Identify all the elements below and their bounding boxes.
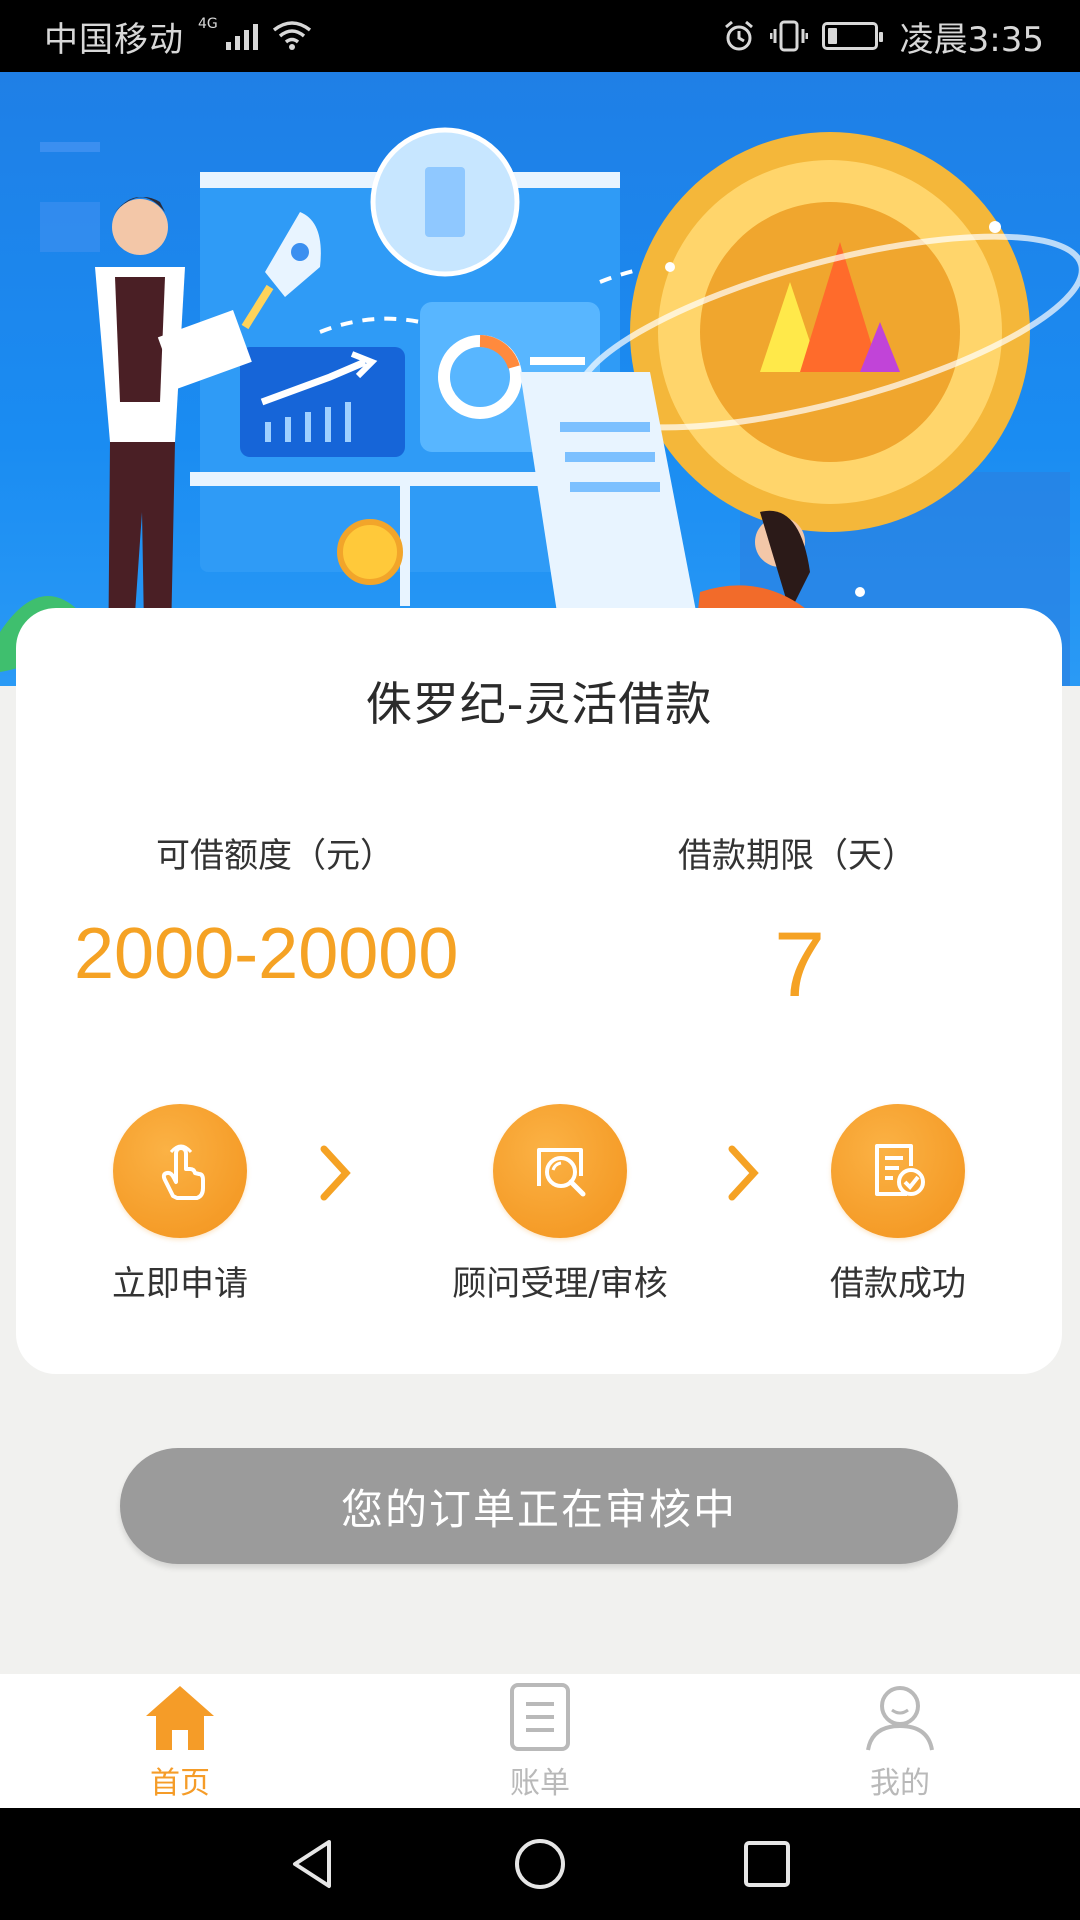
hero-illustration [0, 127, 1080, 686]
clock-time: 凌晨3:35 [899, 19, 1044, 60]
chevron-right-icon [320, 1145, 351, 1201]
document-check-icon [875, 1144, 925, 1196]
tab-bill-label: 账单 [510, 1766, 570, 1801]
wifi-icon [272, 21, 311, 50]
step-review-label: 顾问受理/审核 [452, 1264, 668, 1304]
carrier-name: 中国移动 [44, 19, 184, 60]
tab-mine[interactable]: 我的 [720, 1674, 1080, 1808]
step-apply-label: 立即申请 [112, 1264, 248, 1304]
step-success-label: 借款成功 [830, 1264, 966, 1304]
tab-bill[interactable]: 账单 [360, 1674, 720, 1808]
system-nav-bar [0, 1808, 1080, 1920]
bottom-tab-bar: 首页 账单 我的 [0, 1674, 1080, 1808]
order-review-status-button[interactable]: 您的订单正在审核中 [120, 1448, 958, 1564]
card-title: 侏罗纪-灵活借款 [365, 677, 713, 731]
tab-home-label: 首页 [150, 1766, 210, 1801]
network-type: 4G [198, 16, 218, 32]
amount-label: 可借额度（元） [156, 836, 394, 876]
loan-card: 侏罗纪-灵活借款 可借额度（元） 2000-20000 借款期限（天） 7 立即… [16, 608, 1062, 1374]
status-bar: 中国移动 4G 凌晨3:35 [0, 0, 1080, 72]
magnifier-icon [537, 1148, 586, 1197]
recents-icon[interactable] [739, 1836, 795, 1892]
chart-icon [240, 347, 405, 457]
home-icon [146, 1686, 214, 1750]
signal-icon [225, 22, 258, 50]
step-review[interactable] [493, 1104, 627, 1238]
tab-home[interactable]: 首页 [0, 1674, 360, 1808]
battery-icon [821, 22, 883, 50]
chevron-right-icon [728, 1145, 759, 1201]
amount-value: 2000-20000 [74, 914, 459, 994]
bill-icon [510, 1683, 570, 1751]
tab-mine-label: 我的 [870, 1766, 930, 1801]
alarm-icon [724, 20, 753, 51]
hand-tap-icon [161, 1144, 205, 1200]
step-apply[interactable] [113, 1104, 247, 1238]
coin-icon [630, 132, 1030, 532]
vibrate-icon [769, 20, 808, 52]
hero-banner [0, 72, 1080, 686]
term-label: 借款期限（天） [678, 836, 916, 876]
home-circle-icon[interactable] [512, 1836, 568, 1892]
step-success[interactable] [831, 1104, 965, 1238]
term-value: 7 [774, 914, 826, 1016]
user-icon [866, 1686, 934, 1751]
back-icon[interactable] [285, 1836, 341, 1892]
